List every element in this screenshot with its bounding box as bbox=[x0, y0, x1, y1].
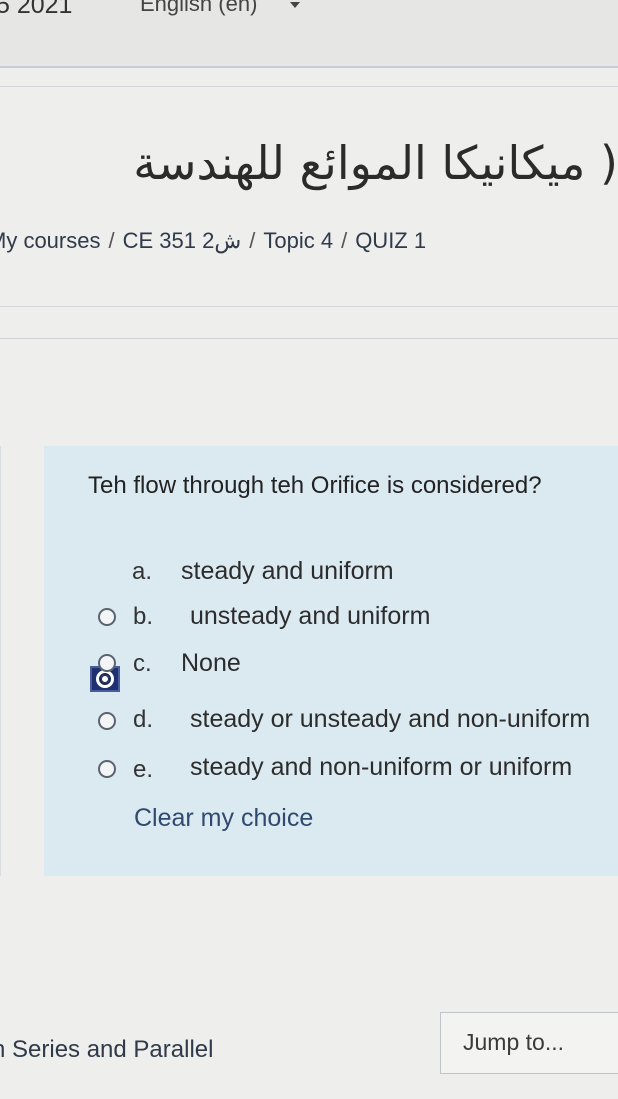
breadcrumb-separator: / bbox=[108, 228, 115, 253]
top-navbar: 5 2021 English (en) bbox=[0, 0, 618, 68]
option-letter: c. bbox=[133, 650, 152, 677]
breadcrumb-separator: / bbox=[249, 228, 256, 253]
radio-button[interactable] bbox=[98, 654, 116, 672]
answer-option-e[interactable]: e. steady and non-uniform or uniform bbox=[44, 750, 618, 786]
jump-to-label: Jump to... bbox=[463, 1029, 564, 1055]
previous-activity-link[interactable]: n Series and Parallel bbox=[0, 1036, 213, 1064]
breadcrumb-item-course[interactable]: CE 351 ش2 bbox=[123, 228, 242, 253]
option-letter: b. bbox=[133, 603, 154, 630]
option-letter: a. bbox=[132, 558, 153, 585]
answer-option-d[interactable]: d. steady or unsteady and non-uniform bbox=[44, 702, 618, 738]
option-label: None bbox=[181, 649, 241, 677]
year-label: 5 2021 bbox=[0, 0, 73, 19]
question-panel: Teh flow through teh Orifice is consider… bbox=[44, 446, 618, 876]
radio-button[interactable] bbox=[98, 608, 116, 626]
breadcrumb-item-my-courses[interactable]: My courses bbox=[0, 228, 100, 253]
divider bbox=[0, 338, 618, 339]
answer-option-c[interactable]: c. None bbox=[44, 644, 618, 680]
question-text: Teh flow through teh Orifice is consider… bbox=[88, 472, 542, 499]
option-letter: e. bbox=[133, 756, 154, 783]
option-label: steady and non-uniform or uniform bbox=[190, 753, 573, 781]
option-label: steady or unsteady and non-uniform bbox=[190, 705, 591, 733]
option-label: steady and uniform bbox=[181, 557, 394, 585]
jump-to-select[interactable]: Jump to... bbox=[440, 1012, 618, 1074]
breadcrumb-separator: / bbox=[341, 228, 348, 253]
divider bbox=[0, 86, 618, 87]
option-label: unsteady and uniform bbox=[190, 602, 431, 630]
answer-option-a[interactable]: a. steady and uniform bbox=[44, 554, 618, 692]
divider bbox=[0, 446, 1, 876]
clear-choice-link[interactable]: Clear my choice bbox=[134, 804, 313, 833]
breadcrumb-item-quiz[interactable]: QUIZ 1 bbox=[355, 228, 426, 253]
chevron-down-icon[interactable] bbox=[290, 2, 300, 8]
language-menu[interactable]: English (en) bbox=[140, 0, 257, 17]
answer-option-b[interactable]: b. unsteady and uniform bbox=[44, 598, 618, 634]
course-title: ( ميكانيكا الموائع للهندسة bbox=[133, 136, 618, 190]
radio-button[interactable] bbox=[98, 712, 116, 730]
breadcrumb-item-topic[interactable]: Topic 4 bbox=[263, 228, 333, 253]
radio-button[interactable] bbox=[98, 760, 116, 778]
breadcrumb: My courses / CE 351 ش2 / Topic 4 / QUIZ 1 bbox=[0, 228, 426, 254]
option-letter: d. bbox=[133, 706, 154, 733]
divider bbox=[0, 306, 618, 307]
